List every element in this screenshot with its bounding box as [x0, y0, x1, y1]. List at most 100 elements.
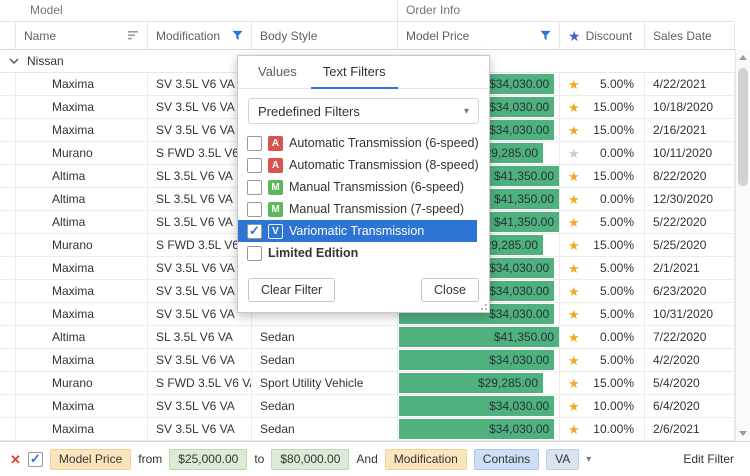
cell-name: Murano [16, 142, 148, 164]
star-icon: ★ [568, 262, 580, 275]
remove-filter-icon[interactable]: ✕ [10, 453, 21, 466]
group-indent-cell [0, 234, 16, 256]
group-indent-cell [0, 372, 16, 394]
cell-name: Maxima [16, 395, 148, 417]
column-header-body-style[interactable]: Body Style [252, 22, 398, 49]
cell-body-style: Sedan [252, 349, 398, 371]
clear-filter-button[interactable]: Clear Filter [248, 278, 335, 302]
resize-grip[interactable] [477, 300, 487, 310]
cell-sales-date: 4/2/2020 [645, 349, 735, 371]
vertical-scrollbar[interactable] [735, 50, 750, 441]
filter-chip-value[interactable]: $25,000.00 [169, 449, 247, 470]
chevron-down-icon[interactable] [9, 58, 19, 64]
price-bar: $34,030.00 [399, 396, 554, 416]
cell-discount: ★ 10.00% [560, 395, 645, 417]
column-header-discount[interactable]: ★ Discount [560, 22, 645, 49]
price-text: $34,030.00 [489, 307, 549, 321]
cell-sales-date: 2/16/2021 [645, 119, 735, 141]
filter-list-item[interactable]: A Automatic Transmission (6-speed) [238, 132, 477, 154]
filter-chip-field[interactable]: Modification [385, 449, 467, 470]
scrollbar-thumb[interactable] [738, 68, 748, 186]
filter-panel: ✕ Model Pricefrom$25,000.00to$80,000.00A… [0, 441, 750, 476]
filter-list-item[interactable]: M Manual Transmission (6-speed) [238, 176, 477, 198]
scroll-up-icon[interactable] [739, 55, 747, 60]
scroll-down-icon[interactable] [739, 431, 747, 436]
column-label-discount: Discount [586, 29, 633, 43]
price-text: $34,030.00 [489, 123, 549, 137]
filter-funnel-icon[interactable] [540, 30, 551, 41]
table-row[interactable]: Maxima SV 3.5L V6 VA Sedan $34,030.00 ★ … [0, 395, 735, 418]
checkbox[interactable] [247, 158, 262, 173]
group-indent-cell [0, 326, 16, 348]
cell-sales-date: 5/25/2020 [645, 234, 735, 256]
star-icon: ★ [568, 354, 580, 367]
filter-list-item[interactable]: Limited Edition [238, 242, 477, 264]
filter-list-item[interactable]: A Automatic Transmission (8-speed) [238, 154, 477, 176]
filter-connector-text: to [254, 452, 264, 466]
cell-discount: ★ 5.00% [560, 73, 645, 95]
filter-funnel-icon[interactable] [232, 30, 243, 41]
cell-modification: SV 3.5L V6 VA [148, 349, 252, 371]
discount-text: 5.00% [600, 215, 634, 229]
transmission-badge: M [268, 202, 283, 217]
edit-filter-button[interactable]: Edit Filter [677, 448, 740, 470]
star-icon: ★ [568, 308, 580, 321]
cell-name: Maxima [16, 418, 148, 440]
column-label-sales-date: Sales Date [653, 29, 712, 43]
band-order-info: Order Info [398, 0, 735, 21]
cell-model-price: $34,030.00 [398, 395, 560, 417]
filter-chip-field[interactable]: Model Price [50, 449, 131, 470]
table-row[interactable]: Maxima SV 3.5L V6 VA Sedan $34,030.00 ★ … [0, 418, 735, 441]
discount-text: 5.00% [600, 307, 634, 321]
checkbox[interactable] [247, 180, 262, 195]
cell-name: Maxima [16, 349, 148, 371]
cell-name: Maxima [16, 119, 148, 141]
tab-values[interactable]: Values [246, 56, 309, 89]
cell-discount: ★ 5.00% [560, 280, 645, 302]
checkbox[interactable] [247, 246, 262, 261]
datagrid: Model Order Info Name Modification Body … [0, 0, 750, 476]
discount-text: 15.00% [593, 238, 634, 252]
group-indent-cell [0, 349, 16, 371]
cell-discount: ★ 0.00% [560, 326, 645, 348]
star-icon: ★ [568, 331, 580, 344]
column-header-model-price[interactable]: Model Price [398, 22, 560, 49]
discount-text: 5.00% [600, 284, 634, 298]
filter-chip-value-alt[interactable]: VA [546, 449, 579, 470]
sort-lines-icon[interactable] [128, 31, 139, 40]
cell-sales-date: 6/4/2020 [645, 395, 735, 417]
checkbox[interactable] [247, 202, 262, 217]
transmission-badge: A [268, 136, 283, 151]
star-icon: ★ [568, 239, 580, 252]
filter-chip-operator[interactable]: Contains [474, 449, 539, 470]
tab-text-filters[interactable]: Text Filters [311, 56, 398, 89]
table-row[interactable]: Murano S FWD 3.5L V6 VA Sport Utility Ve… [0, 372, 735, 395]
filter-enabled-checkbox[interactable] [28, 452, 43, 467]
table-row[interactable]: Maxima SV 3.5L V6 VA Sedan $34,030.00 ★ … [0, 349, 735, 372]
close-button[interactable]: Close [421, 278, 479, 302]
price-text: $41,350.00 [494, 192, 554, 206]
discount-text: 0.00% [600, 330, 634, 344]
star-icon: ★ [568, 101, 580, 114]
filter-list-item[interactable]: M Manual Transmission (7-speed) [238, 198, 477, 220]
cell-discount: ★ 5.00% [560, 349, 645, 371]
checkbox[interactable] [247, 136, 262, 151]
checkbox[interactable] [247, 224, 262, 239]
column-label-name: Name [24, 29, 56, 43]
group-indent-cell [0, 303, 16, 325]
cell-name: Maxima [16, 280, 148, 302]
predefined-filters-select[interactable]: Predefined Filters ▾ [248, 98, 479, 124]
discount-text: 5.00% [600, 353, 634, 367]
discount-text: 15.00% [593, 100, 634, 114]
column-header-sales-date[interactable]: Sales Date [645, 22, 735, 49]
price-text: $41,350.00 [494, 169, 554, 183]
cell-modification: SV 3.5L V6 VA [148, 418, 252, 440]
table-row[interactable]: Altima SL 3.5L V6 VA Sedan $41,350.00 ★ … [0, 326, 735, 349]
chevron-down-icon[interactable]: ▾ [586, 454, 591, 465]
column-header-modification[interactable]: Modification [148, 22, 252, 49]
price-text: $34,030.00 [489, 100, 549, 114]
filter-chip-value[interactable]: $80,000.00 [271, 449, 349, 470]
group-indent-cell [0, 395, 16, 417]
column-header-name[interactable]: Name [16, 22, 148, 49]
filter-list-item[interactable]: V Variomatic Transmission [238, 220, 477, 242]
